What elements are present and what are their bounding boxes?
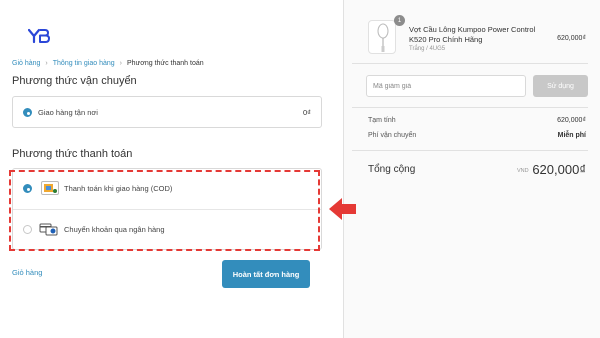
subtotal-label: Tạm tính [368,117,396,124]
complete-order-button[interactable]: Hoàn tất đơn hàng [222,260,310,288]
apply-discount-button[interactable]: Sử dụng [533,75,588,97]
divider [352,63,588,64]
shipping-fee-label: Phí vận chuyển [368,132,417,139]
shipping-option-price: 0₫ [302,108,311,117]
total-label: Tổng cộng [368,164,416,175]
brand-logo[interactable] [28,28,50,44]
pointer-arrow-icon [327,196,357,222]
product-variant: Trắng / 4UG5 [409,46,446,52]
payment-method-title: Phương thức thanh toán [12,148,133,160]
total-value: 620,000₫ [532,162,586,177]
back-to-cart-link[interactable]: Giỏ hàng [12,268,42,277]
shipping-option-label: Giao hàng tận nơi [38,108,98,117]
divider [352,107,588,108]
chevron-right-icon: › [45,60,48,67]
breadcrumb-payment-method: Phương thức thanh toán [127,60,204,67]
product-name: Vợt Cầu Lông Kumpoo Power Control K520 P… [409,25,536,44]
chevron-right-icon: › [119,60,122,67]
shipping-method-title: Phương thức vận chuyển [12,75,137,87]
quantity-badge: 1 [394,15,405,26]
product-thumbnail [368,20,396,54]
shipping-fee-value: Miễn phí [557,132,586,139]
breadcrumb: Giỏ hàng › Thông tin giao hàng › Phương … [12,60,204,67]
breadcrumb-cart[interactable]: Giỏ hàng [12,60,40,67]
product-price: 620,000₫ [557,35,586,42]
shipping-option[interactable]: Giao hàng tận nơi 0₫ [12,96,322,128]
shipping-radio[interactable] [23,108,32,117]
discount-code-input[interactable] [366,75,526,97]
subtotal-value: 620,000₫ [557,117,586,124]
highlight-box [9,170,320,251]
currency-code: VND [517,168,529,174]
breadcrumb-shipping-info[interactable]: Thông tin giao hàng [53,60,115,67]
divider [352,150,588,151]
